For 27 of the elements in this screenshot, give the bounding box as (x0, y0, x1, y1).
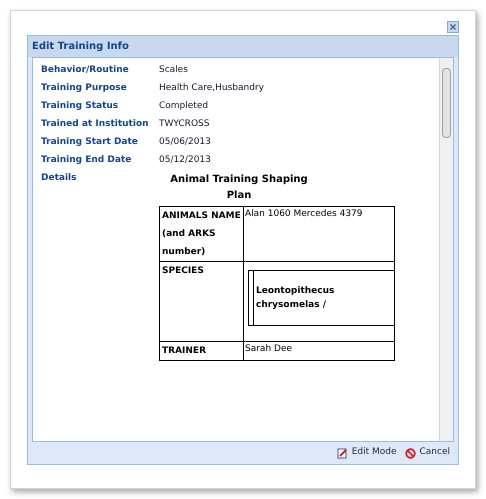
field-value: Scales (159, 64, 188, 78)
pencil-page-icon (336, 448, 348, 458)
field-label: Training Start Date (41, 136, 139, 150)
field-label: Trained at Institution (41, 118, 150, 132)
table-header-cell: ANIMALS NAME (and ARKS number) (160, 206, 244, 262)
cancel-button[interactable]: Cancel (404, 445, 450, 461)
table-cell-text: Sarah Dee (244, 343, 294, 356)
scrollbar[interactable] (439, 58, 453, 441)
document-heading: Animal Training Shaping Plan (169, 173, 309, 203)
field-value: Health Care,Husbandry (159, 82, 264, 96)
field-label: Details (41, 172, 78, 185)
table-cell-text: Leontopithecus chrysomelas / (255, 285, 336, 312)
close-icon[interactable] (447, 21, 459, 33)
field-label: Behavior/Routine (41, 64, 130, 78)
dialog-title: Edit Training Info (28, 36, 458, 57)
field-value: 05/06/2013 (159, 136, 211, 150)
field-value: 05/12/2013 (159, 154, 211, 168)
table-cell-text: Alan 1060 Mercedes 4379 (244, 208, 364, 221)
edit-mode-button[interactable]: Edit Mode (336, 445, 396, 461)
field-label: Training End Date (41, 154, 132, 168)
field-value: TWYCROSS (159, 118, 210, 132)
field-value: Completed (159, 100, 208, 114)
table-header-cell: SPECIES (160, 262, 244, 342)
field-label: Training Purpose (41, 82, 128, 96)
table-header-cell: TRAINER (160, 342, 244, 360)
no-entry-icon (404, 448, 416, 458)
field-label: Training Status (41, 100, 120, 114)
